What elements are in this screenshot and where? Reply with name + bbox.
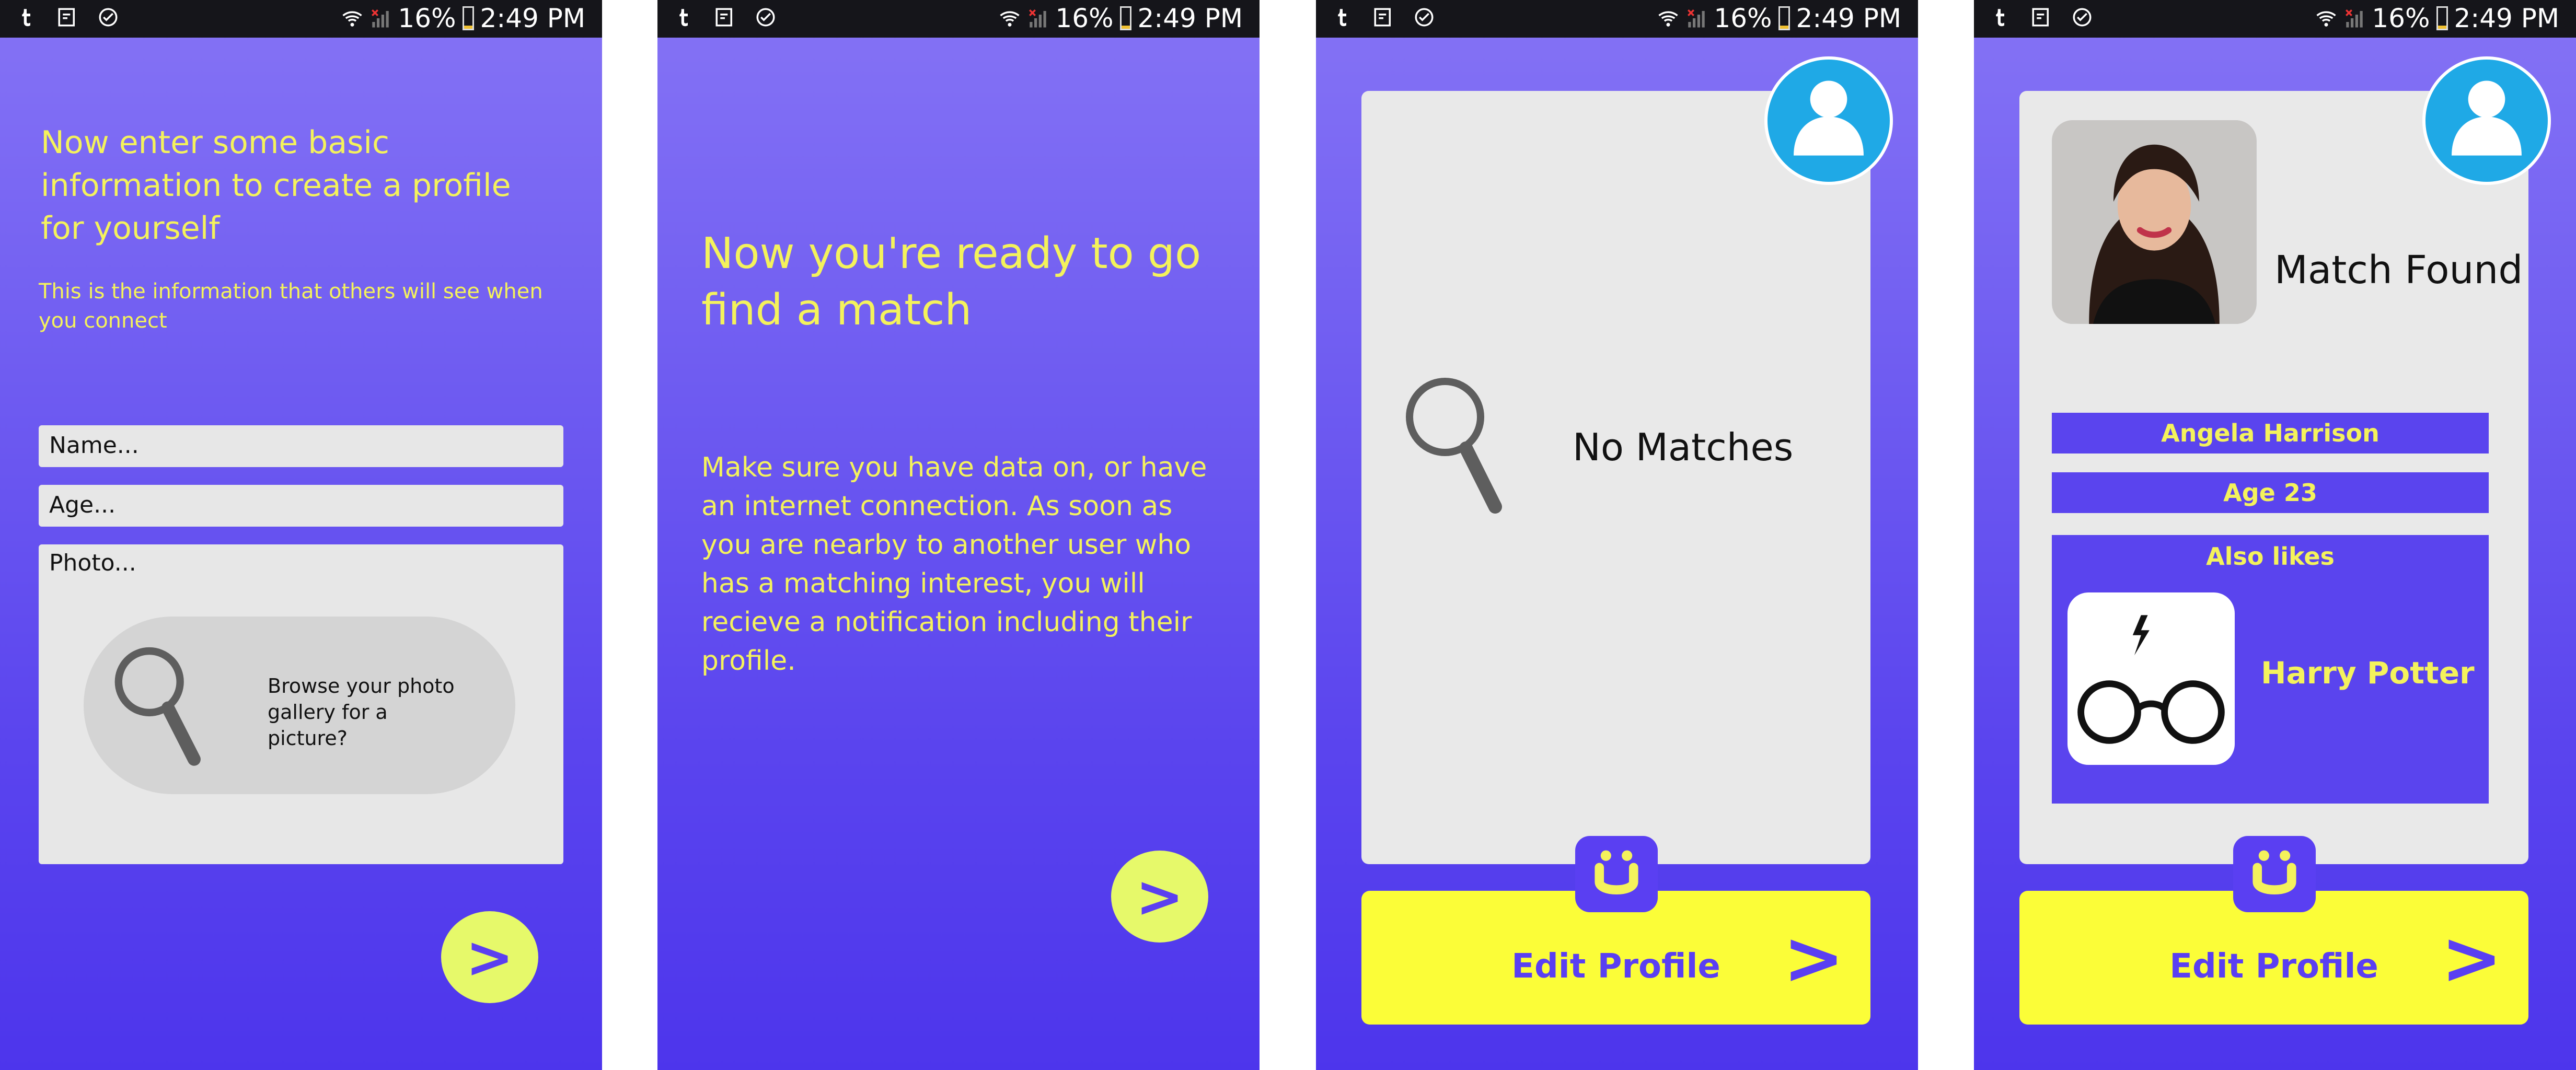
search-icon [114, 647, 201, 766]
page-title: Now you're ready to go find a match [701, 229, 1202, 335]
clock: 2:49 PM [1137, 3, 1243, 33]
match-name: Angela Harrison [2052, 413, 2489, 453]
status-bar: 16% 2:49 PM [1974, 0, 2576, 38]
also-likes-label: Also likes [2206, 542, 2335, 571]
match-card: Match Found Angela Harrison Age 23 Also … [2019, 91, 2528, 864]
screen-ready: 16% 2:49 PM Now you're ready to go find … [657, 0, 1260, 1070]
screen-create-profile: 16% 2:49 PM Now enter some basic informa… [0, 0, 602, 1070]
tasks-icon [1374, 8, 1391, 27]
name-field[interactable]: Name... [39, 425, 563, 467]
signal-icon [1688, 9, 1705, 28]
arrow-right-icon: > [2441, 916, 2502, 1001]
battery-percent: 16% [1055, 3, 1114, 33]
clock: 2:49 PM [1796, 3, 1901, 33]
match-card: No Matches [1361, 91, 1870, 864]
battery-icon [1778, 6, 1790, 30]
app-logo [1575, 836, 1658, 912]
screen-match-found: 16% 2:49 PM Match Found Angela Harrison … [1974, 0, 2576, 1070]
check-circle-icon [2073, 8, 2092, 27]
battery-percent: 16% [398, 3, 456, 33]
wifi-icon [342, 11, 363, 27]
glasses-lightning-icon [2077, 615, 2225, 744]
battery-percent: 16% [1714, 3, 1772, 33]
battery-icon [1119, 6, 1131, 30]
wifi-icon [1658, 11, 1679, 27]
interest-tile[interactable] [2067, 592, 2235, 765]
wifi-icon [1000, 11, 1020, 27]
u-logo-icon [2252, 850, 2296, 894]
wifi-icon [2316, 11, 2337, 27]
u-logo-icon [1595, 850, 1638, 894]
tumblr-icon [22, 9, 30, 27]
page-title: Now enter some basic information to crea… [41, 124, 511, 247]
signal-icon [2346, 9, 2363, 28]
instructions-text: Make sure you have data on, or have an i… [701, 452, 1207, 677]
next-button[interactable]: > [441, 911, 538, 1003]
battery-icon [462, 6, 474, 30]
battery-icon [2436, 6, 2448, 30]
profile-avatar-button[interactable] [2422, 56, 2551, 185]
photo-label: Photo... [49, 550, 136, 576]
age-field[interactable]: Age... [39, 485, 563, 527]
battery-percent: 16% [2372, 3, 2430, 33]
app-logo [2233, 836, 2316, 912]
signal-icon [1029, 9, 1047, 28]
interest-name: Harry Potter [2261, 655, 2475, 691]
tasks-icon [58, 8, 75, 27]
page-subtitle: This is the information that others will… [39, 280, 543, 333]
next-button[interactable]: > [1111, 851, 1208, 943]
person-photo-icon [2052, 120, 2256, 324]
tumblr-icon [1996, 9, 2004, 27]
browse-gallery-button[interactable]: Browse your photo gallery for a picture? [84, 617, 515, 794]
user-icon [1794, 80, 1864, 156]
photo-field[interactable]: Photo... Browse your photo gallery for a… [39, 544, 563, 864]
no-matches-text: No Matches [1573, 425, 1794, 469]
browse-text: Browse your photo gallery for a picture? [268, 674, 455, 750]
signal-icon [372, 9, 389, 28]
search-icon [1406, 378, 1502, 514]
clock: 2:49 PM [2454, 3, 2559, 33]
status-bar: 16% 2:49 PM [657, 0, 1260, 38]
profile-avatar-button[interactable] [1764, 56, 1893, 185]
status-bar: 16% 2:49 PM [0, 0, 602, 38]
tumblr-icon [1338, 9, 1346, 27]
match-photo [2052, 120, 2257, 324]
tasks-icon [715, 8, 732, 27]
clock: 2:49 PM [480, 3, 585, 33]
check-circle-icon [1415, 8, 1434, 27]
also-likes-panel: Also likes Harry Potter [2052, 535, 2489, 804]
check-circle-icon [99, 8, 118, 27]
tasks-icon [2032, 8, 2049, 27]
tumblr-icon [679, 9, 688, 27]
match-found-title: Match Found [2274, 248, 2523, 293]
user-icon [2452, 80, 2522, 156]
screen-no-matches: 16% 2:49 PM No Matches Edit Profile > [1316, 0, 1918, 1070]
match-age: Age 23 [2052, 472, 2489, 513]
arrow-right-icon: > [1783, 916, 1844, 1001]
status-bar: 16% 2:49 PM [1316, 0, 1918, 38]
check-circle-icon [756, 8, 775, 27]
